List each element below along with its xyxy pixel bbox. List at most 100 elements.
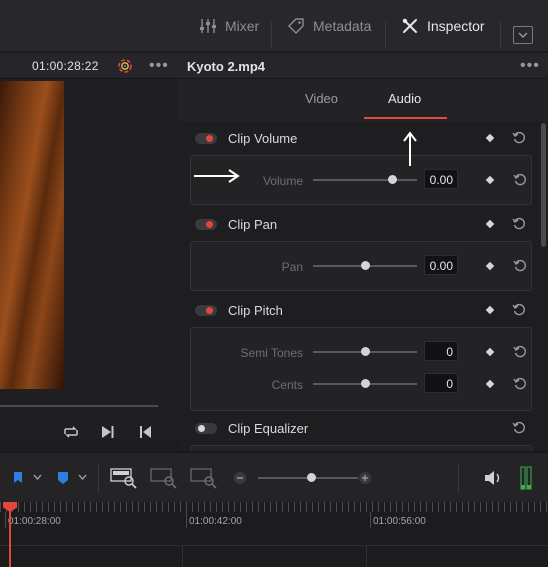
chevron-down-icon[interactable] xyxy=(78,474,87,481)
clip-equalizer-toggle[interactable] xyxy=(195,423,217,434)
clip-pitch-controls: Semi Tones 0 Cents 0 xyxy=(190,327,532,411)
flag-icon[interactable] xyxy=(13,471,23,485)
volume-slider-thumb[interactable] xyxy=(388,175,397,184)
clip-volume-toggle[interactable] xyxy=(195,133,217,144)
cents-slider-thumb[interactable] xyxy=(361,379,370,388)
zoom-in-icon[interactable] xyxy=(358,471,372,485)
semitones-slider-thumb[interactable] xyxy=(361,347,370,356)
clip-name: Kyoto 2.mp4 xyxy=(187,59,266,74)
track-separator xyxy=(0,545,548,546)
timeline-zoom-thumb[interactable] xyxy=(307,473,316,482)
ruler-major-tick xyxy=(370,512,371,528)
clip-equalizer-controls xyxy=(190,445,532,451)
color-wheel-icon[interactable] xyxy=(117,58,133,74)
cents-label: Cents xyxy=(271,378,303,392)
semitones-value-field[interactable]: 0 xyxy=(424,341,458,361)
mixer-button[interactable]: Mixer xyxy=(199,0,259,52)
pan-slider-thumb[interactable] xyxy=(361,261,370,270)
keyframe-diamond-icon[interactable] xyxy=(485,305,495,315)
inspector-button[interactable]: Inspector xyxy=(401,0,485,52)
timecode-label: 01:00:56:00 xyxy=(373,516,426,527)
reset-icon[interactable] xyxy=(513,173,527,187)
reset-icon[interactable] xyxy=(513,377,527,391)
keyframe-diamond-icon[interactable] xyxy=(485,379,495,389)
active-tab-indicator xyxy=(364,117,447,119)
clip-equalizer-title: Clip Equalizer xyxy=(228,421,309,436)
tab-audio[interactable]: Audio xyxy=(388,91,421,106)
ruler-major-tick xyxy=(5,512,6,528)
inspector-header: Kyoto 2.mp4 ••• xyxy=(179,53,548,79)
marker-icon[interactable] xyxy=(57,471,69,485)
viewer-options-icon[interactable]: ••• xyxy=(149,58,169,74)
viewer xyxy=(0,79,179,439)
clip-pan-toggle[interactable] xyxy=(195,219,217,230)
reset-icon[interactable] xyxy=(512,217,526,231)
cents-value-field[interactable]: 0 xyxy=(424,373,458,393)
audio-meter-icon xyxy=(520,466,532,490)
timecode-label: 01:00:42:00 xyxy=(189,516,242,527)
viewer-scrubber[interactable] xyxy=(0,405,158,407)
viewer-header: 01:00:28:22 ••• xyxy=(0,53,179,79)
annotation-arrow-up-icon xyxy=(403,131,417,166)
zoom-out-icon[interactable] xyxy=(233,471,247,485)
track-divider xyxy=(366,546,367,567)
reset-icon[interactable] xyxy=(513,345,527,359)
clip-volume-header: Clip Volume xyxy=(179,123,539,153)
timeline-ruler[interactable]: 01:00:28:00 01:00:42:00 01:00:56:00 xyxy=(0,502,548,567)
tab-video[interactable]: Video xyxy=(305,91,338,106)
speaker-icon[interactable] xyxy=(483,469,503,487)
keyframe-diamond-icon[interactable] xyxy=(485,133,495,143)
loop-icon[interactable] xyxy=(62,425,80,439)
pan-label: Pan xyxy=(281,260,303,274)
inspector-tabs: Video Audio xyxy=(179,79,548,121)
reset-icon[interactable] xyxy=(513,259,527,273)
zoom-custom-icon[interactable] xyxy=(190,467,218,489)
reset-icon[interactable] xyxy=(512,421,526,435)
toolbar-divider xyxy=(385,22,386,48)
ruler-major-tick xyxy=(186,512,187,528)
semitones-label: Semi Tones xyxy=(240,346,303,360)
inspector-scrollbar[interactable] xyxy=(539,121,548,451)
mixer-label: Mixer xyxy=(225,18,260,34)
scrollbar-thumb[interactable] xyxy=(541,123,546,247)
track-divider xyxy=(182,546,183,567)
clip-pan-controls: Pan 0.00 xyxy=(190,241,532,291)
clip-volume-controls: Volume 0.00 xyxy=(190,155,532,205)
chevron-down-icon[interactable] xyxy=(33,474,42,481)
timecode-label: 01:00:28:00 xyxy=(8,516,61,527)
keyframe-diamond-icon[interactable] xyxy=(485,347,495,357)
panel-expand-button[interactable] xyxy=(513,26,533,44)
toolbar-divider xyxy=(98,464,99,492)
chevron-down-icon xyxy=(518,32,528,38)
clip-pitch-title: Clip Pitch xyxy=(228,303,283,318)
clip-volume-title: Clip Volume xyxy=(228,131,298,146)
reset-icon[interactable] xyxy=(512,303,526,317)
volume-value-field[interactable]: 0.00 xyxy=(424,169,458,189)
inspector-options-icon[interactable]: ••• xyxy=(520,58,540,74)
ruler-ticks xyxy=(0,502,548,512)
pan-value-field[interactable]: 0.00 xyxy=(424,255,458,275)
mixer-icon xyxy=(200,19,216,33)
clip-equalizer-header: Clip Equalizer xyxy=(179,413,539,443)
metadata-label: Metadata xyxy=(313,18,372,34)
metadata-button[interactable]: Metadata xyxy=(287,0,371,52)
play-forward-icon[interactable] xyxy=(101,425,115,439)
zoom-full-icon[interactable] xyxy=(110,467,138,489)
tag-icon xyxy=(288,18,304,34)
annotation-arrow-right-icon xyxy=(194,169,240,183)
clip-pitch-header: Clip Pitch xyxy=(179,295,539,325)
keyframe-diamond-icon[interactable] xyxy=(485,219,495,229)
inspector-tools-icon xyxy=(402,18,417,33)
toolbar-divider xyxy=(458,464,459,492)
viewer-timecode: 01:00:28:22 xyxy=(32,59,99,73)
top-toolbar: Mixer Metadata Inspector xyxy=(0,0,548,52)
zoom-detail-icon[interactable] xyxy=(150,467,178,489)
keyframe-diamond-icon[interactable] xyxy=(485,261,495,271)
jump-start-icon[interactable] xyxy=(139,425,153,439)
keyframe-diamond-icon[interactable] xyxy=(485,175,495,185)
clip-pan-title: Clip Pan xyxy=(228,217,278,232)
clip-pitch-toggle[interactable] xyxy=(195,305,217,316)
volume-slider[interactable] xyxy=(313,179,417,181)
reset-icon[interactable] xyxy=(512,131,526,145)
inspector-label: Inspector xyxy=(427,18,485,34)
